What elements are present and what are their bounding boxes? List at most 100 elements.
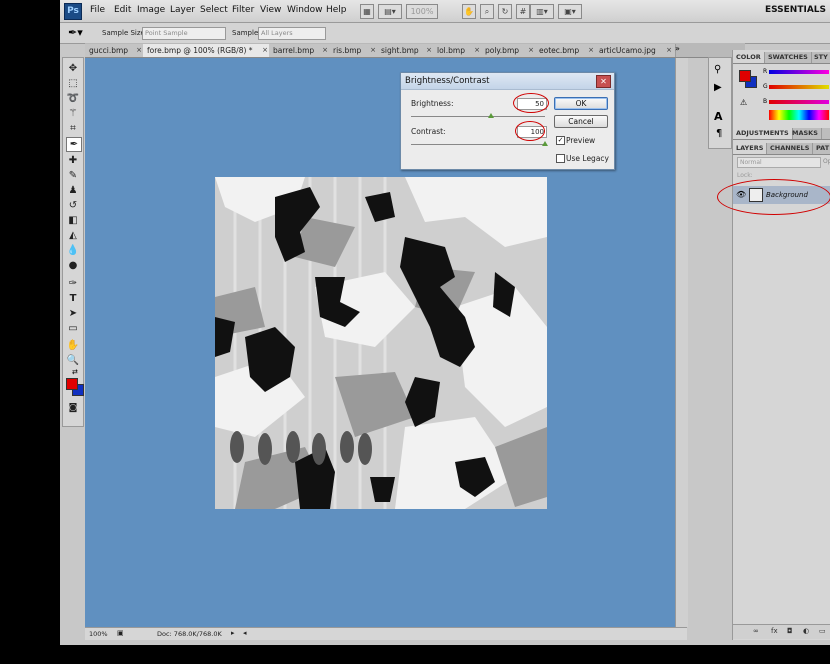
tab-layers[interactable]: LAYERS — [733, 143, 768, 154]
paint-bucket-icon[interactable]: ◭ — [66, 229, 80, 242]
sample-select[interactable]: All Layers — [258, 27, 326, 40]
zoom-tool-icon[interactable]: ⌕ — [480, 4, 494, 19]
new-group-icon[interactable]: ▭ — [819, 627, 826, 635]
magic-wand-icon[interactable]: ⚚ — [66, 107, 80, 120]
close-icon[interactable]: × — [322, 44, 328, 57]
vertical-scrollbar[interactable] — [675, 58, 688, 627]
close-icon[interactable]: × — [136, 44, 142, 57]
shape-tool-icon[interactable]: ▭ — [66, 322, 80, 335]
hand-tool-icon[interactable]: ✋ — [462, 4, 476, 19]
red-slider[interactable] — [769, 70, 829, 74]
actions-panel-icon[interactable]: ▶ — [714, 82, 722, 93]
status-zoom[interactable]: 100% — [89, 630, 108, 638]
menu-file[interactable]: File — [90, 5, 105, 15]
eraser-tool-icon[interactable]: ◧ — [66, 214, 80, 227]
close-icon[interactable]: × — [474, 44, 480, 57]
menu-edit[interactable]: Edit — [114, 5, 131, 15]
bridge-icon[interactable]: ▦ — [360, 4, 374, 19]
quick-mask-icon[interactable]: ◙ — [66, 402, 80, 415]
use-legacy-checkbox[interactable] — [556, 154, 565, 163]
grid-icon[interactable]: # — [516, 4, 530, 19]
status-options-icon[interactable]: ▣ — [117, 629, 124, 637]
gamut-warning-icon[interactable]: ⚠ — [740, 98, 747, 107]
sample-size-select[interactable]: Point Sample — [142, 27, 226, 40]
color-fg-swatch[interactable] — [739, 70, 751, 82]
path-selection-icon[interactable]: ➤ — [66, 307, 80, 320]
brightness-slider-thumb[interactable] — [488, 113, 495, 118]
eyedropper-preset-icon[interactable]: ✒▾ — [68, 26, 83, 39]
menu-window[interactable]: Window — [287, 5, 323, 15]
tab-fore[interactable]: fore.bmp @ 100% (RGB/8) * × — [143, 44, 272, 57]
cancel-button[interactable]: Cancel — [554, 115, 608, 128]
zoom-level-select[interactable]: 100% — [406, 4, 438, 19]
character-panel-icon[interactable]: A — [714, 110, 723, 123]
clone-stamp-icon[interactable]: ♟ — [66, 184, 80, 197]
lasso-tool-icon[interactable]: ➰ — [66, 92, 80, 105]
contrast-slider-thumb[interactable] — [542, 141, 548, 146]
zoom-tool-icon[interactable]: 🔍 — [66, 354, 80, 367]
document-image[interactable] — [215, 177, 547, 509]
layer-mask-icon[interactable]: ◘ — [787, 627, 793, 635]
green-slider[interactable] — [769, 85, 829, 89]
contrast-slider[interactable] — [411, 144, 545, 145]
tab-barrel[interactable]: barrel.bmp × — [269, 44, 332, 57]
tab-channels[interactable]: CHANNELS — [767, 143, 814, 154]
dialog-titlebar[interactable]: Brightness/Contrast ✕ — [401, 73, 614, 90]
foreground-color-swatch[interactable] — [66, 378, 78, 390]
tab-adjustments[interactable]: ADJUSTMENTS — [733, 128, 793, 139]
menu-image[interactable]: Image — [137, 5, 165, 15]
type-tool-icon[interactable]: T — [66, 292, 80, 305]
tab-poly[interactable]: poly.bmp × — [481, 44, 538, 57]
arrange-documents-icon[interactable]: ▥▾ — [530, 4, 554, 19]
dodge-tool-icon[interactable]: ● — [66, 259, 80, 272]
color-spectrum-bar[interactable] — [769, 110, 829, 120]
tab-overflow-icon[interactable]: » — [675, 44, 680, 53]
brush-tool-icon[interactable]: ✎ — [66, 169, 80, 182]
swap-colors-icon[interactable]: ⇄ — [72, 368, 78, 376]
history-brush-icon[interactable]: ↺ — [66, 199, 80, 212]
close-icon[interactable]: ✕ — [596, 75, 611, 88]
close-icon[interactable]: × — [588, 44, 594, 57]
adjustment-layer-icon[interactable]: ◐ — [803, 627, 809, 635]
crop-tool-icon[interactable]: ⌗ — [66, 122, 80, 135]
tab-lol[interactable]: lol.bmp × — [433, 44, 484, 57]
tab-styles[interactable]: STY — [811, 52, 830, 63]
close-icon[interactable]: × — [528, 44, 534, 57]
link-layers-icon[interactable]: ∞ — [753, 627, 759, 635]
view-extras-icon[interactable]: ▤▾ — [378, 4, 402, 19]
blur-tool-icon[interactable]: 💧 — [66, 244, 80, 257]
close-icon[interactable]: × — [426, 44, 432, 57]
rotate-view-icon[interactable]: ↻ — [498, 4, 512, 19]
ok-button[interactable]: OK — [554, 97, 608, 110]
brightness-slider[interactable] — [411, 116, 545, 117]
layer-style-icon[interactable]: fx — [771, 627, 778, 635]
menu-select[interactable]: Select — [200, 5, 228, 15]
tab-masks[interactable]: MASKS — [789, 128, 822, 139]
menu-help[interactable]: Help — [326, 5, 347, 15]
menu-view[interactable]: View — [260, 5, 281, 15]
preview-checkbox[interactable]: ✓ — [556, 136, 565, 145]
blue-slider[interactable] — [769, 100, 829, 104]
status-menu-icon[interactable]: ▸ — [231, 629, 235, 637]
tab-articucamo[interactable]: articUcamo.jpg × — [595, 44, 676, 57]
close-icon[interactable]: × — [262, 44, 268, 57]
healing-brush-icon[interactable]: ✚ — [66, 154, 80, 167]
close-icon[interactable]: × — [370, 44, 376, 57]
tab-eotec[interactable]: eotec.bmp × — [535, 44, 598, 57]
pen-tool-icon[interactable]: ✑ — [66, 277, 80, 290]
tab-sight[interactable]: sight.bmp × — [377, 44, 436, 57]
marquee-tool-icon[interactable]: ⬚ — [66, 77, 80, 90]
tab-gucci[interactable]: gucci.bmp × — [85, 44, 146, 57]
eyedropper-tool-icon[interactable]: ✒ — [66, 137, 82, 152]
history-panel-icon[interactable]: ⚲ — [714, 64, 721, 75]
tab-paths[interactable]: PAT — [813, 143, 830, 154]
hand-tool-icon[interactable]: ✋ — [66, 339, 80, 352]
close-icon[interactable]: × — [666, 44, 672, 57]
screen-mode-icon[interactable]: ▣▾ — [558, 4, 582, 19]
blend-mode-select[interactable]: Normal — [737, 157, 821, 168]
menu-filter[interactable]: Filter — [232, 5, 254, 15]
move-tool-icon[interactable]: ✥ — [66, 62, 80, 75]
paragraph-panel-icon[interactable]: ¶ — [716, 128, 722, 139]
scroll-left-icon[interactable]: ◂ — [243, 629, 247, 637]
tab-swatches[interactable]: SWATCHES — [765, 52, 812, 63]
